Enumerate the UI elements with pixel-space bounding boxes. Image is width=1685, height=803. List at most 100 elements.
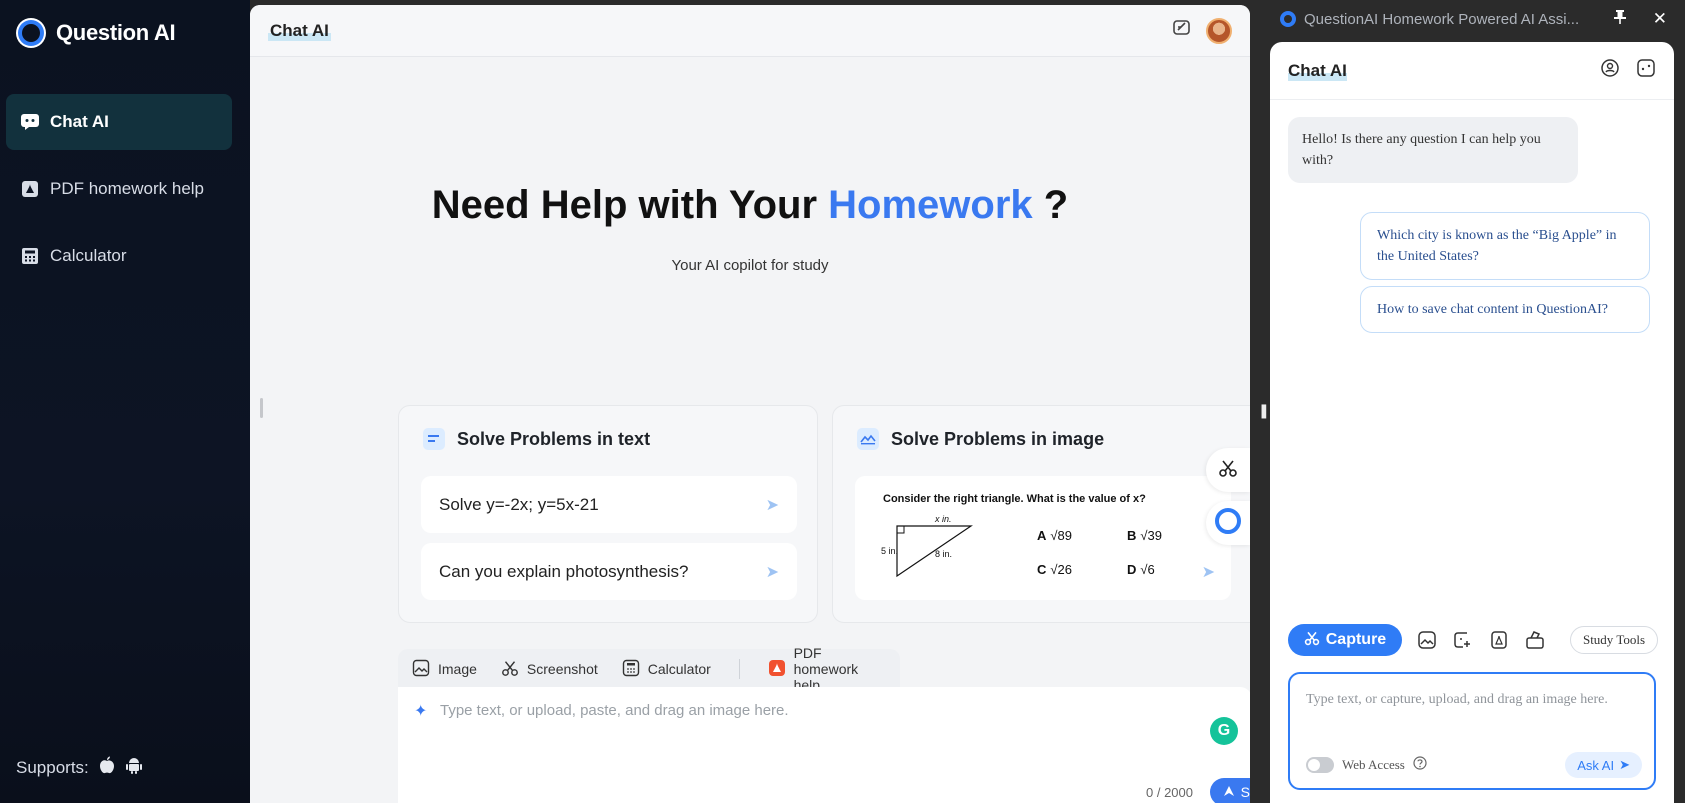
toolbar-calculator-button[interactable]: Calculator <box>622 659 711 680</box>
scissors-icon <box>501 659 519 680</box>
grammarly-icon[interactable]: G <box>1210 717 1238 745</box>
prompt-text: Can you explain photosynthesis? <box>439 561 689 581</box>
web-access-row: Web Access <box>1306 756 1427 774</box>
sidebar-item-chat-ai[interactable]: Chat AI <box>6 94 232 150</box>
supports-label: Supports: <box>16 757 89 777</box>
character-counter: 0 / 2000 <box>1146 785 1193 800</box>
composer-toolbar: Image Screenshot Calculator PDF homework <box>398 645 900 693</box>
text-lines-icon <box>423 428 445 450</box>
web-access-label: Web Access <box>1342 757 1405 772</box>
toolbar-label: Calculator <box>647 661 711 677</box>
supports-row: Supports: <box>16 756 143 779</box>
sidebar-resize-handle[interactable] <box>260 398 263 418</box>
app-root: Question AI Chat AI PDF homework help Ca… <box>0 0 1685 803</box>
image-icon <box>412 659 430 680</box>
option-letter: D <box>1127 562 1137 577</box>
option-letter: A <box>1037 528 1047 543</box>
card-solve-text: Solve Problems in text Solve y=-2x; y=5x… <box>398 405 818 623</box>
sidebar: Question AI Chat AI PDF homework help Ca… <box>0 0 250 803</box>
card-title: Solve Problems in image <box>891 428 1105 449</box>
card-solve-image: Solve Problems in image Consider the rig… <box>832 405 1250 623</box>
composer-input[interactable] <box>414 701 1114 720</box>
card-header: Solve Problems in text <box>423 428 650 450</box>
screenshot-add-icon[interactable] <box>1452 629 1474 651</box>
sidebar-item-label: Calculator <box>50 246 127 265</box>
side-chat-input[interactable] <box>1304 690 1644 736</box>
side-window-titlebar: QuestionAI Homework Powered AI Assi... ✕ <box>1270 0 1685 38</box>
suggested-question[interactable]: Which city is known as the “Big Apple” i… <box>1360 212 1650 280</box>
option-value: √89 <box>1050 528 1072 543</box>
toolbar-divider <box>738 659 740 679</box>
close-icon[interactable]: ✕ <box>1653 9 1667 30</box>
ask-ai-button[interactable]: Ask AI ➤ <box>1565 752 1642 778</box>
new-chat-icon[interactable] <box>1172 18 1192 43</box>
calculator-icon <box>20 246 40 266</box>
option-letter: C <box>1037 562 1047 577</box>
toolbar-screenshot-button[interactable]: Screenshot <box>501 659 598 680</box>
account-icon[interactable] <box>1600 58 1620 83</box>
sidebar-item-pdf-homework-help[interactable]: PDF homework help <box>6 161 232 217</box>
pdf-icon[interactable] <box>1488 629 1510 651</box>
scissors-icon <box>1304 630 1320 651</box>
questionai-logo-icon <box>16 18 46 48</box>
side-chat-panel: Chat AI Hello! Is there any question I c… <box>1270 42 1674 803</box>
option-value: √39 <box>1140 528 1162 543</box>
image-upload-icon[interactable] <box>1416 629 1438 651</box>
pdf-icon <box>20 179 40 199</box>
web-access-toggle[interactable] <box>1306 757 1334 773</box>
prompt-suggestion[interactable]: Can you explain photosynthesis? ➤ <box>421 543 797 600</box>
side-title: Chat AI <box>1288 60 1347 81</box>
side-window-title: QuestionAI Homework Powered AI Assi... <box>1304 10 1580 28</box>
side-header: Chat AI <box>1270 42 1674 100</box>
avatar[interactable] <box>1206 17 1232 44</box>
triangle-label-hyp: 8 in. <box>935 549 953 559</box>
bot-message: Hello! Is there any question I can help … <box>1288 117 1578 183</box>
android-icon[interactable] <box>125 756 143 779</box>
questionai-float-button[interactable] <box>1206 501 1250 545</box>
image-prompt-sample[interactable]: Consider the right triangle. What is the… <box>855 476 1231 600</box>
hero-title-prefix: Need Help with Your <box>431 183 829 227</box>
main-header: Chat AI <box>250 5 1250 57</box>
suggested-question[interactable]: How to save chat content in QuestionAI? <box>1360 286 1650 333</box>
main-panel: Chat AI Need Help with Your Homework ? Y… <box>250 5 1250 803</box>
screenshot-float-button[interactable] <box>1206 448 1250 492</box>
page-title: Chat AI <box>268 20 331 41</box>
option-value: √26 <box>1050 562 1072 577</box>
toolbar-pdf-button[interactable]: PDF homework help <box>768 645 886 693</box>
ask-ai-label: Ask AI <box>1577 757 1615 773</box>
capture-button[interactable]: Capture <box>1288 624 1402 656</box>
prompt-suggestion[interactable]: Solve y=-2x; y=5x-21 ➤ <box>421 476 797 533</box>
answer-option-d: D √6 <box>1127 562 1155 577</box>
answer-option-b: B √39 <box>1127 528 1162 543</box>
toolbox-icon[interactable] <box>1524 629 1546 651</box>
brand[interactable]: Question AI <box>16 18 176 48</box>
send-logo-icon <box>1223 784 1235 800</box>
prompt-text: Solve y=-2x; y=5x-21 <box>439 494 599 514</box>
card-title: Solve Problems in text <box>457 428 651 449</box>
calculator-icon <box>622 659 640 680</box>
triangle-label-top: x in. <box>935 514 952 524</box>
new-chat-icon[interactable] <box>1636 58 1656 83</box>
triangle-label-left: 5 in. <box>881 546 899 556</box>
apple-icon[interactable] <box>99 756 115 779</box>
hero-title: Need Help with Your Homework ? <box>250 183 1250 228</box>
header-actions <box>1172 17 1232 44</box>
send-arrow-icon: ➤ <box>765 496 779 514</box>
side-tools-row: Capture Study Tools <box>1288 624 1659 656</box>
sidebar-nav: Chat AI PDF homework help Calculator <box>6 94 232 295</box>
study-tools-button[interactable]: Study Tools <box>1569 626 1659 654</box>
side-header-actions <box>1600 58 1656 83</box>
card-header: Solve Problems in image <box>857 428 1104 450</box>
toolbar-label: Image <box>438 661 477 677</box>
hero-title-suffix: ? <box>1032 183 1069 227</box>
option-letter: B <box>1127 528 1137 543</box>
sidebar-item-calculator[interactable]: Calculator <box>6 228 232 284</box>
sidebar-item-label: PDF homework help <box>50 179 205 198</box>
toolbar-label: PDF homework help <box>793 645 859 693</box>
toolbar-image-button[interactable]: Image <box>412 659 477 680</box>
brand-title: Question AI <box>56 20 176 45</box>
send-arrow-icon: ➤ <box>1201 564 1215 581</box>
pin-icon[interactable] <box>1613 9 1627 30</box>
help-icon[interactable] <box>1413 756 1427 774</box>
send-button[interactable]: Send <box>1210 778 1250 803</box>
